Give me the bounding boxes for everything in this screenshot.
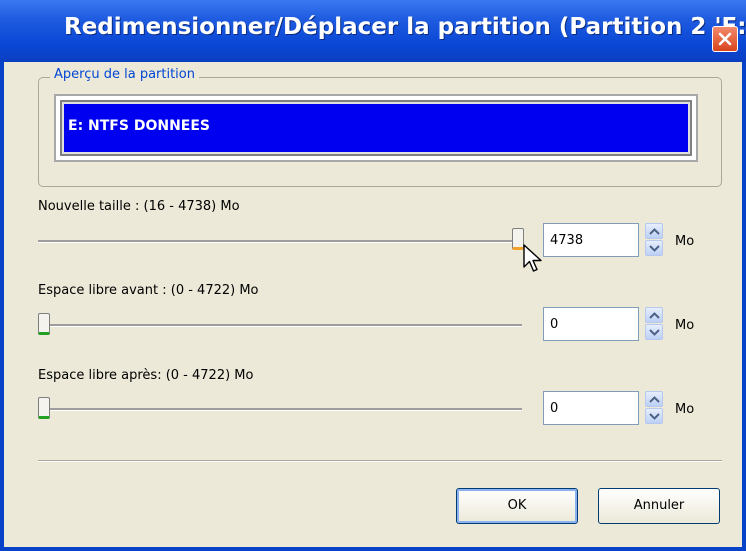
free-space-before-slider-track[interactable]: [44, 324, 522, 327]
close-icon: [718, 32, 732, 46]
free-space-before-slider-thumb[interactable]: [38, 313, 50, 335]
chevron-down-icon: [649, 329, 660, 336]
free-space-before-spin-up[interactable]: [645, 307, 663, 323]
free-space-after-spin-down[interactable]: [645, 408, 663, 424]
close-button[interactable]: [712, 26, 738, 52]
free-space-before-spin-down[interactable]: [645, 324, 663, 340]
new-size-unit: Mo: [675, 234, 695, 249]
free-space-after-input[interactable]: 0: [543, 391, 639, 425]
mouse-pointer-icon: [523, 244, 542, 272]
chevron-up-icon: [649, 312, 660, 319]
new-size-slider-track[interactable]: [38, 240, 524, 243]
free-space-after-unit: Mo: [675, 402, 695, 417]
free-space-after-label: Espace libre après: (0 - 4722) Mo: [38, 368, 254, 383]
partition-preview-title: Aperçu de la partition: [50, 67, 199, 82]
resize-move-partition-dialog: Redimensionner/Déplacer la partition (Pa…: [0, 0, 746, 551]
separator: [38, 460, 722, 462]
partition-bar-label: E: NTFS DONNEES: [68, 118, 210, 134]
chevron-up-icon: [649, 228, 660, 235]
new-size-input[interactable]: 4738: [543, 223, 639, 257]
chevron-down-icon: [649, 245, 660, 252]
cancel-button[interactable]: Annuler: [598, 488, 720, 524]
free-space-after-slider-thumb[interactable]: [38, 397, 50, 419]
free-space-before-unit: Mo: [675, 318, 695, 333]
free-space-after-spin-up[interactable]: [645, 391, 663, 407]
chevron-down-icon: [649, 413, 660, 420]
ok-button[interactable]: OK: [456, 488, 578, 524]
new-size-spin-up[interactable]: [645, 223, 663, 239]
free-space-before-input[interactable]: 0: [543, 307, 639, 341]
chevron-up-icon: [649, 396, 660, 403]
window-title: Redimensionner/Déplacer la partition (Pa…: [64, 14, 746, 40]
free-space-after-slider-track[interactable]: [44, 408, 522, 411]
new-size-spin-down[interactable]: [645, 240, 663, 256]
title-bar[interactable]: Redimensionner/Déplacer la partition (Pa…: [0, 0, 746, 62]
new-size-label: Nouvelle taille : (16 - 4738) Mo: [38, 199, 240, 214]
free-space-before-label: Espace libre avant : (0 - 4722) Mo: [38, 283, 259, 298]
dialog-body: Aperçu de la partition E: NTFS DONNEES N…: [4, 62, 742, 547]
